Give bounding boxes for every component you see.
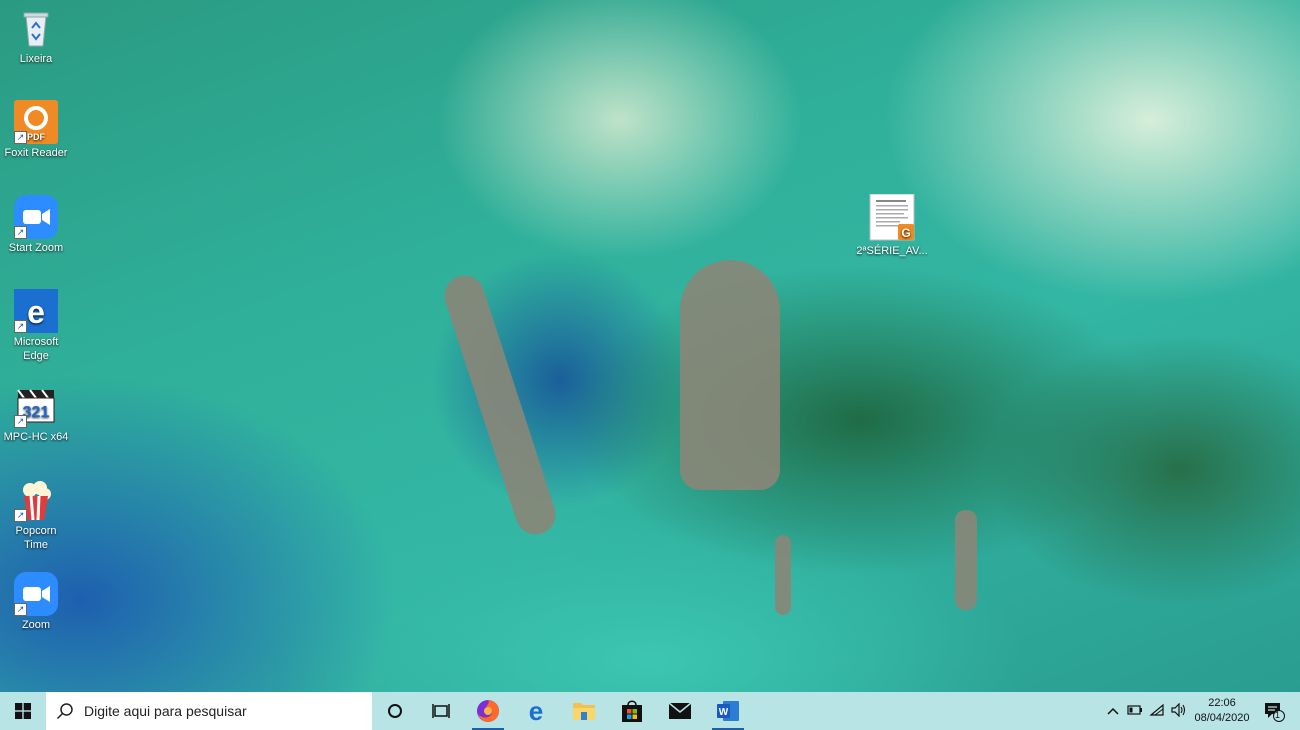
desktop-file-label: 2ªSÉRIE_AV...: [856, 245, 928, 257]
store-icon: [622, 700, 642, 722]
clock-time: 22:06: [1208, 697, 1236, 709]
show-hidden-icons-button[interactable]: [1102, 704, 1124, 718]
island-shape: [775, 535, 791, 615]
desktop-icon-label: Popcorn Time: [15, 525, 57, 551]
search-icon: [56, 703, 73, 720]
mpc-hc-icon: 321 ↗: [14, 384, 58, 428]
shortcut-arrow-icon: ↗: [14, 320, 27, 333]
cortana-button[interactable]: [372, 692, 418, 730]
edge-icon: e ↗: [14, 289, 58, 333]
taskbar-app-file-explorer[interactable]: [560, 692, 608, 730]
foxit-reader-icon: PDF ↗: [14, 100, 58, 144]
clock[interactable]: 22:06 08/04/2020: [1190, 696, 1254, 726]
firefox-icon: [477, 700, 499, 722]
start-button[interactable]: [0, 692, 46, 730]
taskbar-app-mail[interactable]: [656, 692, 704, 730]
search-placeholder: Digite aqui para pesquisar: [84, 703, 247, 719]
task-view-button[interactable]: [418, 692, 464, 730]
task-view-icon: [432, 704, 450, 718]
chevron-up-icon: [1107, 707, 1119, 715]
edge-icon: e: [529, 699, 543, 723]
desktop-icon-label: Start Zoom: [8, 242, 64, 254]
shortcut-arrow-icon: ↗: [14, 226, 27, 239]
taskbar-app-firefox[interactable]: [464, 692, 512, 730]
notification-count: 1: [1275, 710, 1281, 720]
pdf-document-icon: G: [868, 193, 916, 242]
desktop-icon-label: Zoom: [21, 619, 51, 631]
svg-text:e: e: [529, 699, 543, 723]
word-icon: W: [717, 701, 739, 721]
action-center-button[interactable]: 1: [1254, 692, 1294, 730]
desktop-icon-start-zoom[interactable]: ↗ Start Zoom: [0, 195, 72, 255]
windows-logo-icon: [15, 703, 31, 719]
battery-icon: [1127, 705, 1142, 715]
svg-text:e: e: [27, 294, 45, 330]
shortcut-arrow-icon: ↗: [14, 415, 27, 428]
mail-icon: [668, 702, 692, 719]
desktop-wallpaper[interactable]: [0, 0, 1300, 692]
desktop-icon-label: Microsoft Edge: [13, 336, 59, 362]
desktop-icon-recycle-bin[interactable]: Lixeira: [0, 6, 72, 66]
svg-text:W: W: [719, 707, 729, 718]
zoom-icon: ↗: [14, 195, 58, 239]
folder-icon: [573, 703, 595, 720]
notification-icon: [1265, 703, 1285, 722]
popcorn-time-icon: ↗: [14, 478, 58, 522]
desktop-file-pdf[interactable]: G 2ªSÉRIE_AV...: [855, 193, 929, 258]
island-shape: [680, 260, 780, 490]
clock-date: 08/04/2020: [1194, 712, 1250, 724]
zoom-icon: ↗: [14, 572, 58, 616]
file-badge: G: [901, 226, 910, 240]
taskbar: Digite aqui para pesquisar e W 22:06 08/…: [0, 692, 1300, 730]
recycle-bin-icon: [14, 6, 58, 50]
cortana-circle-icon: [388, 704, 402, 718]
desktop-icon-mpc-hc[interactable]: 321 ↗ MPC-HC x64: [0, 384, 72, 444]
desktop-icon-popcorn-time[interactable]: ↗ Popcorn Time: [0, 478, 72, 552]
taskbar-app-word[interactable]: W: [704, 692, 752, 730]
wifi-icon: [1149, 703, 1164, 716]
svg-text:PDF: PDF: [27, 132, 46, 142]
taskbar-app-edge[interactable]: e: [512, 692, 560, 730]
taskbar-app-store[interactable]: [608, 692, 656, 730]
island-shape: [439, 270, 561, 540]
battery-button[interactable]: [1124, 704, 1146, 718]
shortcut-arrow-icon: ↗: [14, 603, 27, 616]
desktop-icon-label: Lixeira: [19, 53, 53, 65]
shortcut-arrow-icon: ↗: [14, 509, 27, 522]
network-button[interactable]: [1146, 703, 1168, 720]
speaker-icon: [1171, 702, 1186, 717]
volume-button[interactable]: [1168, 702, 1190, 720]
desktop-icon-foxit-reader[interactable]: PDF ↗ Foxit Reader: [0, 100, 72, 160]
desktop-icon-label: MPC-HC x64: [3, 431, 69, 443]
desktop-icon-microsoft-edge[interactable]: e ↗ Microsoft Edge: [0, 289, 72, 363]
island-shape: [955, 510, 977, 610]
shortcut-arrow-icon: ↗: [14, 131, 27, 144]
search-box[interactable]: Digite aqui para pesquisar: [46, 692, 372, 730]
desktop-icon-label: Foxit Reader: [4, 147, 68, 159]
desktop-icon-zoom[interactable]: ↗ Zoom: [0, 572, 72, 632]
